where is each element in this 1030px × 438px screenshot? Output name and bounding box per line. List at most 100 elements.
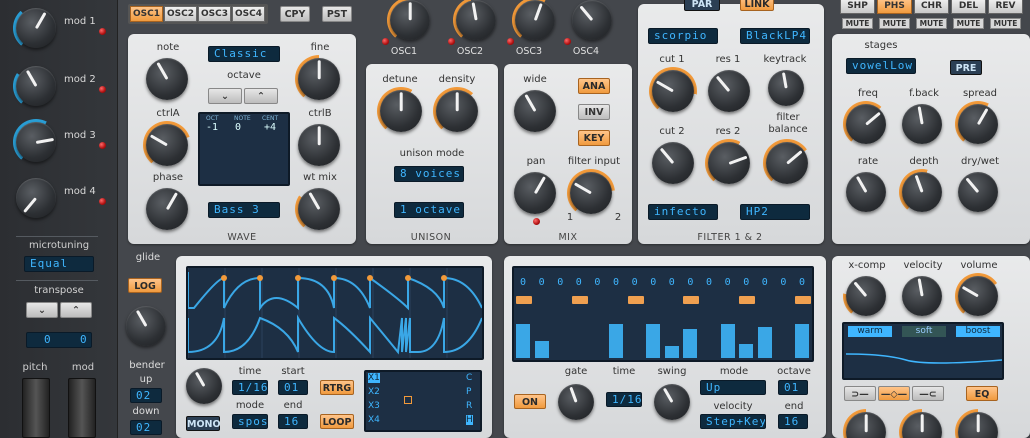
tab-osc4[interactable]: OSC4 — [232, 6, 265, 22]
seq-on-button[interactable]: ON — [514, 394, 546, 409]
density-knob[interactable] — [436, 90, 478, 132]
mod-knob-4[interactable] — [16, 178, 56, 218]
fine-knob[interactable] — [298, 58, 340, 100]
master-xcomp-knob[interactable] — [846, 276, 886, 316]
filter3-type-select[interactable]: infecto — [648, 204, 718, 220]
wave-type-select[interactable]: Classic — [208, 46, 280, 62]
fx-tab-del[interactable]: DEL — [951, 0, 986, 14]
fx-mute-phs[interactable]: MUTE — [879, 18, 910, 29]
lfo-end-value[interactable]: 16 — [278, 414, 308, 429]
osc1-level-knob[interactable] — [390, 0, 430, 40]
mod-knob-1[interactable] — [16, 8, 56, 48]
wt-mix-knob[interactable] — [298, 188, 340, 230]
stages-select[interactable]: vowelLow — [846, 58, 916, 74]
wide-knob[interactable] — [514, 90, 556, 132]
filter-balance-knob[interactable] — [766, 142, 808, 184]
filter2-type-select[interactable]: BlackLP4 — [740, 28, 810, 44]
mod-wheel[interactable] — [68, 378, 96, 438]
loop-button[interactable]: LOOP — [320, 414, 354, 429]
mono-button[interactable]: MONO — [186, 416, 221, 431]
inv-button[interactable]: INV — [578, 104, 610, 120]
res1-knob[interactable] — [708, 70, 750, 112]
lfo-mode-value[interactable]: spos — [232, 414, 268, 429]
bender-up-value[interactable]: 02 — [130, 388, 162, 403]
lfo-time-value[interactable]: 1/16 — [232, 380, 268, 395]
seq-end-value[interactable]: 16 — [778, 414, 808, 429]
xy-source-1[interactable]: X2 — [368, 387, 380, 397]
mod-knob-3[interactable] — [16, 122, 56, 162]
seq-step-bar-9[interactable] — [683, 329, 698, 358]
master-velocity-knob[interactable] — [902, 276, 942, 316]
unison-voices-select[interactable]: 8 voices — [394, 166, 464, 182]
lfo-start-value[interactable]: 01 — [278, 380, 308, 395]
octave-down-button[interactable]: ⌄ — [208, 88, 242, 104]
transpose-down-button[interactable]: ⌄ — [26, 302, 58, 318]
octave-up-button[interactable]: ⌃ — [244, 88, 278, 104]
eq-lowshelf-button[interactable]: ⊃— — [844, 386, 876, 401]
gate-knob[interactable] — [558, 384, 594, 420]
filter1-type-select[interactable]: scorpio — [648, 28, 718, 44]
fx-tab-rev[interactable]: REV — [988, 0, 1023, 14]
seq-time-value[interactable]: 1/16 — [606, 392, 642, 407]
fx-mute-rev[interactable]: MUTE — [990, 18, 1021, 29]
res2-knob[interactable] — [708, 142, 750, 184]
seq-step-bar-8[interactable] — [664, 346, 679, 358]
microtuning-display[interactable]: Equal — [24, 256, 94, 272]
fx-mute-shp[interactable]: MUTE — [842, 18, 873, 29]
eq-highshelf-button[interactable]: —⊂ — [912, 386, 944, 401]
copy-button[interactable]: CPY — [280, 6, 310, 22]
eq-warm-tab[interactable]: warm — [848, 326, 892, 337]
glide-knob[interactable] — [126, 306, 166, 346]
pan-knob[interactable] — [514, 172, 556, 214]
xy-source-2[interactable]: X3 — [368, 401, 380, 411]
spread-knob[interactable] — [958, 104, 998, 144]
transpose-up-button[interactable]: ⌃ — [60, 302, 92, 318]
phase-knob[interactable] — [146, 188, 188, 230]
xy-pad[interactable] — [364, 370, 482, 432]
bender-down-value[interactable]: 02 — [130, 420, 162, 435]
lfo-rate-knob[interactable] — [186, 368, 222, 404]
link-button[interactable]: LINK — [740, 0, 774, 11]
cut2-knob[interactable] — [652, 142, 694, 184]
xy-mode-0[interactable]: C — [466, 373, 472, 383]
log-button[interactable]: LOG — [128, 278, 162, 293]
master-volume-knob[interactable] — [958, 276, 998, 316]
osc2-level-knob[interactable] — [456, 0, 496, 40]
key-button[interactable]: KEY — [578, 130, 610, 146]
fback-knob[interactable] — [902, 104, 942, 144]
ana-button[interactable]: ANA — [578, 78, 610, 94]
fx-tab-phs[interactable]: PHS — [877, 0, 912, 14]
fx-mute-chr[interactable]: MUTE — [916, 18, 947, 29]
swing-knob[interactable] — [654, 384, 690, 420]
seq-velocity-value[interactable]: Step+Key — [700, 414, 766, 429]
detune-knob[interactable] — [380, 90, 422, 132]
xy-mode-3[interactable]: H — [466, 415, 473, 425]
fx-tab-shp[interactable]: SHP — [840, 0, 875, 14]
xy-mode-2[interactable]: R — [466, 401, 472, 411]
eq-button[interactable]: EQ — [966, 386, 998, 401]
par-button[interactable]: PAR — [684, 0, 720, 11]
xy-source-3[interactable]: X4 — [368, 415, 380, 425]
pitch-wheel[interactable] — [22, 378, 50, 438]
xy-source-0[interactable]: X1 — [368, 373, 380, 383]
cut1-knob[interactable] — [652, 70, 694, 112]
seq-step-bar-7[interactable] — [646, 324, 661, 358]
ctrlB-knob[interactable] — [298, 124, 340, 166]
pre-button[interactable]: PRE — [950, 60, 982, 75]
keytrack-knob[interactable] — [768, 70, 804, 106]
filter4-type-select[interactable]: HP2 — [740, 204, 810, 220]
tab-osc1[interactable]: OSC1 — [130, 6, 163, 22]
ctrlA-knob[interactable] — [146, 124, 188, 166]
rate-knob[interactable] — [846, 172, 886, 212]
seq-step-bar-1[interactable] — [534, 341, 549, 358]
bass-wave-select[interactable]: Bass 3 — [208, 202, 280, 218]
seq-mode-value[interactable]: Up — [700, 380, 766, 395]
fx-mute-del[interactable]: MUTE — [953, 18, 984, 29]
eq-peak-button[interactable]: —◇— — [878, 386, 910, 401]
tab-osc3[interactable]: OSC3 — [198, 6, 231, 22]
tab-osc2[interactable]: OSC2 — [164, 6, 197, 22]
seq-octave-value[interactable]: 01 — [778, 380, 808, 395]
paste-button[interactable]: PST — [322, 6, 352, 22]
xy-mode-1[interactable]: P — [466, 387, 471, 397]
eq-boost-tab[interactable]: boost — [956, 326, 1000, 337]
